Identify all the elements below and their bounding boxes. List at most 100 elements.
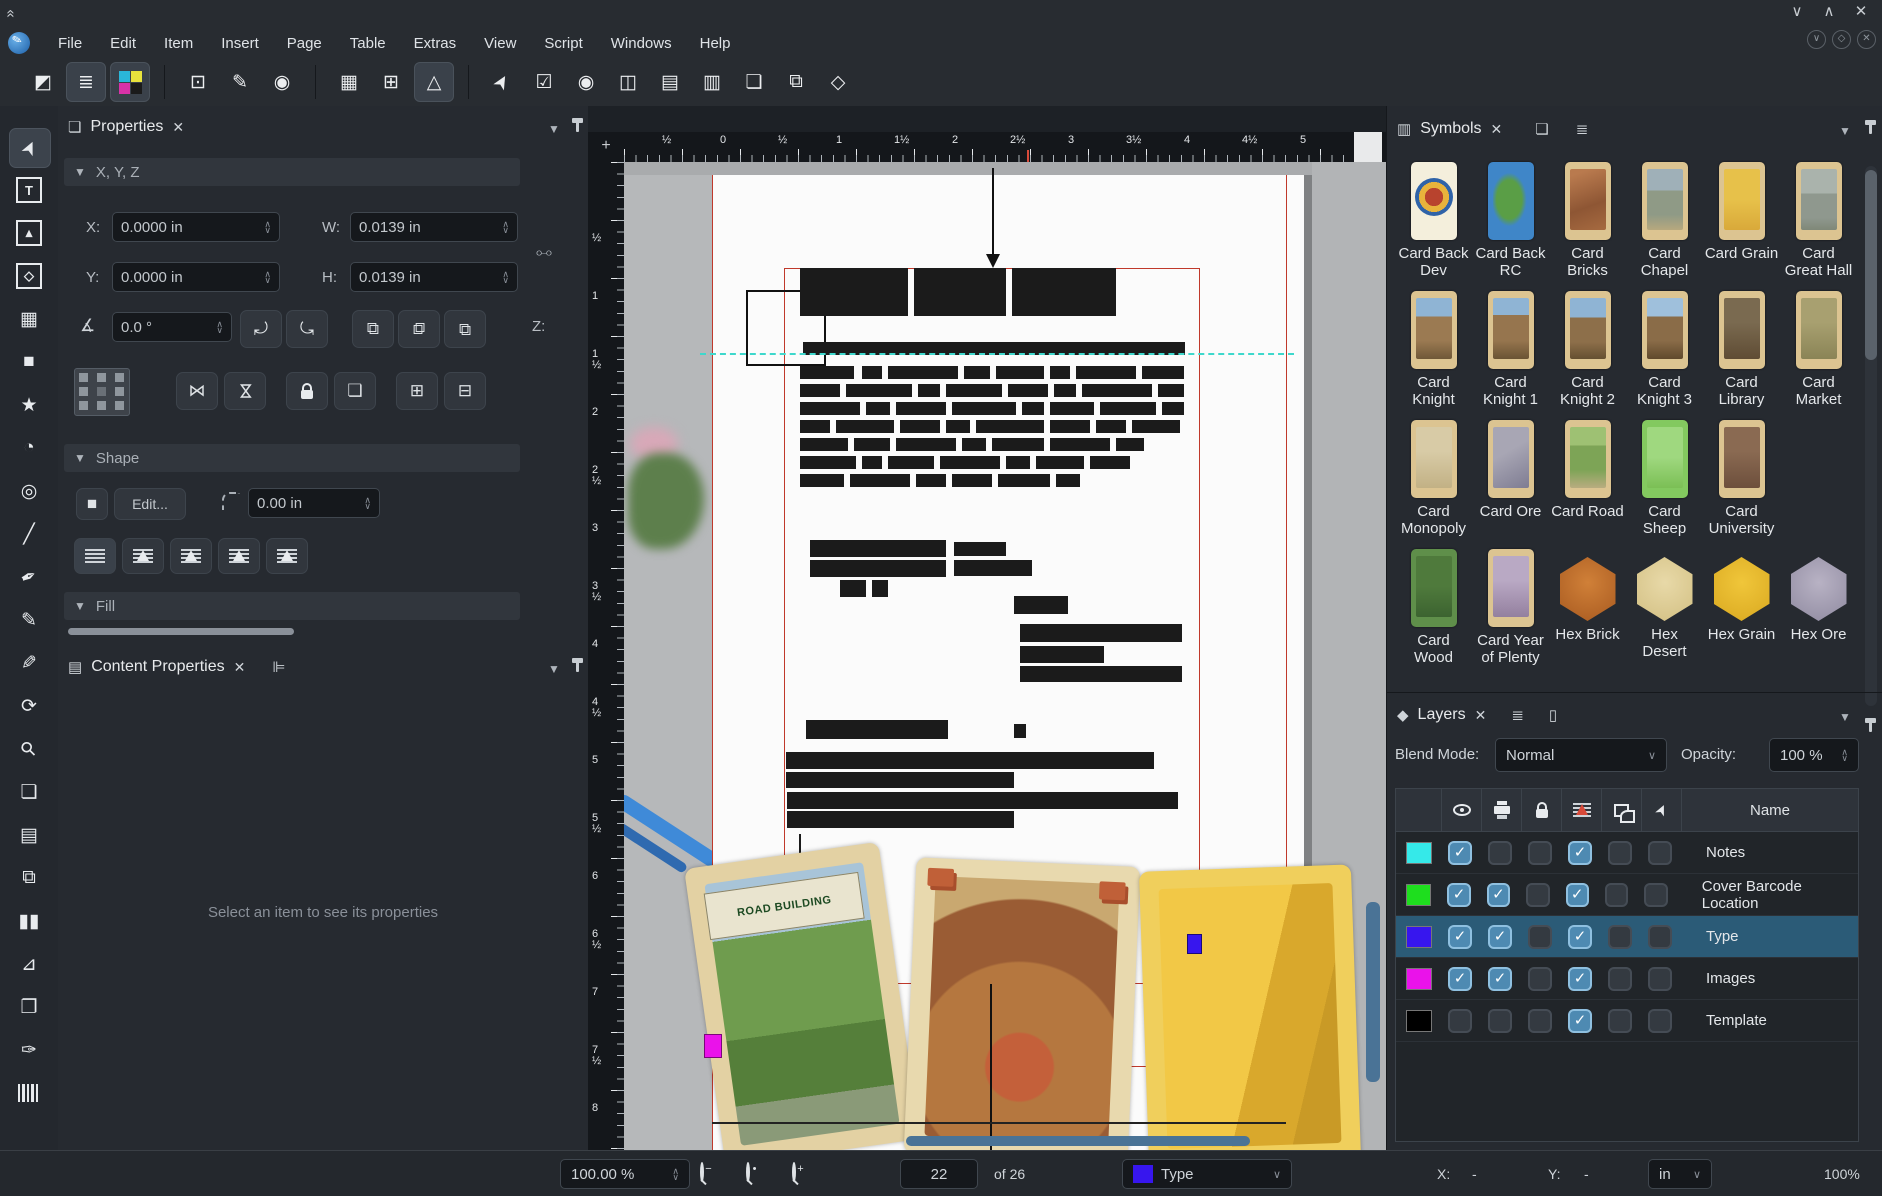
- link-text-frames-tool[interactable]: ⧉: [9, 859, 49, 897]
- insert-line-tool[interactable]: ╱: [9, 515, 49, 553]
- text-flow-icon[interactable]: [1562, 789, 1602, 831]
- layer-row-type[interactable]: ✓✓✓Type: [1396, 916, 1858, 958]
- blue-selection-handle[interactable]: [1187, 934, 1202, 954]
- outline-checkbox[interactable]: [1605, 883, 1628, 907]
- symbol-card-grain[interactable]: Card Grain: [1705, 162, 1779, 262]
- symbol-card-back-rc[interactable]: Card Back RC: [1474, 162, 1548, 279]
- rotate-ccw-button[interactable]: ⤾: [240, 310, 282, 348]
- lock-checkbox[interactable]: [1528, 1009, 1552, 1033]
- layer-tree-icon[interactable]: ≣: [1511, 706, 1524, 724]
- export-pdf-button[interactable]: ◉: [263, 63, 301, 101]
- insert-text-frame-tool[interactable]: T: [9, 171, 49, 209]
- print-checkbox[interactable]: ✓: [1488, 925, 1512, 949]
- magenta-selection-handle[interactable]: [704, 1034, 722, 1058]
- align-icon[interactable]: ⊫: [272, 658, 285, 676]
- zoom-level-field[interactable]: 100.00 %∧∨: [560, 1159, 690, 1189]
- raise-button[interactable]: ⧉: [398, 310, 440, 348]
- menu-file[interactable]: File: [44, 31, 96, 56]
- visible-checkbox[interactable]: [1448, 1009, 1472, 1033]
- pin-icon[interactable]: [1869, 122, 1872, 134]
- pdf-text-field-button[interactable]: ◫: [609, 63, 647, 101]
- outline-checkbox[interactable]: [1608, 925, 1632, 949]
- mdi-close-icon[interactable]: ✕: [1857, 30, 1876, 49]
- visible-checkbox[interactable]: ✓: [1447, 883, 1470, 907]
- textflow-checkbox[interactable]: ✓: [1568, 1009, 1592, 1033]
- symbol-card-back-dev[interactable]: Card Back Dev: [1397, 162, 1471, 279]
- menu-extras[interactable]: Extras: [400, 31, 471, 56]
- outline-checkbox[interactable]: [1608, 841, 1632, 865]
- rotate-cw-button[interactable]: ⤿: [286, 310, 328, 348]
- group-button[interactable]: ⊞: [396, 372, 438, 410]
- visible-checkbox[interactable]: ✓: [1448, 967, 1472, 991]
- insert-freehand-line-tool[interactable]: ✎: [9, 601, 49, 639]
- symbol-card-library[interactable]: Card Library: [1705, 291, 1779, 408]
- zoom-100-button[interactable]: •: [746, 1164, 750, 1180]
- symbol-card-monopoly[interactable]: Card Monopoly: [1397, 420, 1471, 537]
- color-management-button[interactable]: [110, 62, 150, 102]
- pin-icon[interactable]: [576, 120, 579, 132]
- menu-help[interactable]: Help: [686, 31, 745, 56]
- insert-calligraphic-line-tool[interactable]: ✎: [9, 644, 49, 682]
- insert-arc-tool[interactable]: ◔: [9, 429, 49, 467]
- symbol-card-knight[interactable]: Card Knight: [1397, 291, 1471, 408]
- document-outline-button[interactable]: ≣: [66, 62, 106, 102]
- symbol-list-icon[interactable]: ≣: [1576, 120, 1589, 138]
- menu-view[interactable]: View: [470, 31, 530, 56]
- symbol-hex-desert[interactable]: Hex Desert: [1628, 549, 1702, 660]
- horizontal-guide[interactable]: [700, 353, 1294, 355]
- print-checkbox[interactable]: ✓: [1487, 883, 1510, 907]
- section-xyz[interactable]: ▼ X, Y, Z: [64, 158, 520, 186]
- outline-mode-icon[interactable]: [1602, 789, 1642, 831]
- text-flow-bounding-button[interactable]: [170, 538, 212, 574]
- menu-edit[interactable]: Edit: [96, 31, 150, 56]
- zoom-out-button[interactable]: −: [700, 1164, 704, 1180]
- toggle-palettes-button[interactable]: ◩: [24, 63, 62, 101]
- select-checkbox[interactable]: [1648, 925, 1672, 949]
- width-field[interactable]: 0.0139 in∧∨: [350, 212, 518, 242]
- visible-checkbox[interactable]: ✓: [1448, 925, 1472, 949]
- insert-image-frame-tool[interactable]: ▴: [9, 214, 49, 252]
- text-flow-disabled-button[interactable]: [74, 538, 116, 574]
- insert-shape-tool[interactable]: ■: [9, 343, 49, 381]
- zoom-in-button[interactable]: +: [792, 1164, 796, 1180]
- insert-spiral-tool[interactable]: ◎: [9, 472, 49, 510]
- insert-polygon-tool[interactable]: ★: [9, 386, 49, 424]
- lower-button[interactable]: ⧉: [444, 310, 486, 348]
- pdf-list-box-button[interactable]: ▤: [651, 63, 689, 101]
- layer-color-swatch[interactable]: [1406, 884, 1431, 906]
- page-number-field[interactable]: 22: [900, 1159, 978, 1189]
- ruler-origin[interactable]: +: [588, 132, 624, 162]
- symbol-card-knight-2[interactable]: Card Knight 2: [1551, 291, 1625, 408]
- layer-row-notes[interactable]: ✓✓Notes: [1396, 832, 1858, 874]
- layer-color-swatch[interactable]: [1406, 1010, 1432, 1032]
- annotation-arrow[interactable]: [992, 168, 994, 260]
- insert-render-frame-tool[interactable]: ◇: [9, 257, 49, 295]
- print-checkbox[interactable]: ✓: [1488, 967, 1512, 991]
- symbol-card-knight-3[interactable]: Card Knight 3: [1628, 291, 1702, 408]
- insert-table-tool[interactable]: ▦: [9, 300, 49, 338]
- zoom-tool-tool[interactable]: ⚲: [9, 730, 49, 768]
- symbol-card-great-hall[interactable]: Card Great Hall: [1782, 162, 1856, 279]
- maximize-button[interactable]: ∧: [1816, 2, 1842, 20]
- textflow-checkbox[interactable]: ✓: [1566, 883, 1589, 907]
- outline-checkbox[interactable]: [1608, 1009, 1632, 1033]
- edit-symbol-icon[interactable]: ❏: [1535, 120, 1548, 138]
- y-position-field[interactable]: 0.0000 in∧∨: [112, 262, 280, 292]
- menu-windows[interactable]: Windows: [597, 31, 686, 56]
- symbol-card-bricks[interactable]: Card Bricks: [1551, 162, 1625, 279]
- print-checkbox[interactable]: [1488, 1009, 1512, 1033]
- symbol-hex-ore[interactable]: Hex Ore: [1782, 549, 1856, 643]
- edit-shape-button[interactable]: Edit...: [114, 488, 186, 520]
- blend-mode-select[interactable]: Normal∨: [1495, 738, 1667, 772]
- symbol-hex-grain[interactable]: Hex Grain: [1705, 549, 1779, 643]
- link-wh-icon[interactable]: ⧟: [536, 244, 552, 262]
- active-layer-select[interactable]: Type ∨: [1122, 1159, 1292, 1189]
- text-flow-frame-button[interactable]: [122, 538, 164, 574]
- vertical-ruler[interactable]: ½11 ½22 ½33 ½44 ½55 ½66 ½77 ½8: [588, 162, 624, 1150]
- pdf-radio-button-button[interactable]: ◉: [567, 63, 605, 101]
- symbol-card-wood[interactable]: Card Wood: [1397, 549, 1471, 666]
- flip-horizontal-button[interactable]: ⋈: [176, 372, 218, 410]
- vertical-scrollbar[interactable]: [1366, 902, 1380, 1082]
- symbol-card-year-of-plenty[interactable]: Card Year of Plenty: [1474, 549, 1548, 666]
- road-building-card-image[interactable]: ROAD BUILDING: [684, 842, 920, 1150]
